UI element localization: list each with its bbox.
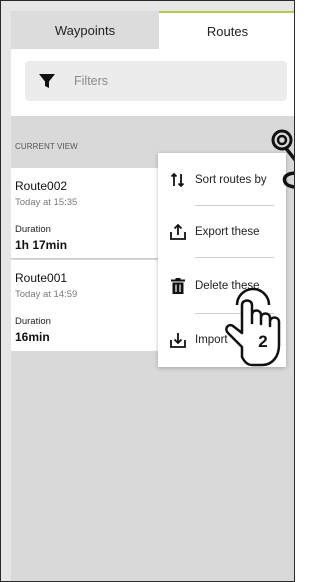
route-time: Today at 15:35	[15, 197, 78, 208]
menu-item-export[interactable]: Export these	[158, 213, 286, 251]
duration-label: Duration	[15, 316, 51, 327]
menu-divider	[195, 257, 274, 258]
duration-value: 1h 17min	[15, 238, 68, 252]
tab-bar: Waypoints Routes	[11, 11, 294, 49]
section-title: CURRENT VIEW	[15, 142, 78, 151]
route-name: Route002	[15, 179, 68, 193]
duration-label: Duration	[15, 224, 51, 235]
filter-button[interactable]: Filters	[25, 61, 287, 101]
menu-item-label: Sort routes by	[195, 174, 267, 186]
import-icon	[170, 333, 186, 348]
sort-icon	[170, 172, 185, 188]
filter-icon	[39, 74, 55, 88]
tab-waypoints-label: Waypoints	[54, 22, 116, 38]
route-time: Today at 14:59	[15, 289, 78, 300]
tab-waypoints[interactable]: Waypoints	[11, 11, 159, 49]
export-icon	[170, 223, 186, 240]
tab-routes-label: Routes	[206, 23, 249, 39]
menu-item-label: Export these	[195, 226, 260, 238]
trash-icon	[171, 278, 185, 294]
route-name: Route001	[15, 271, 68, 285]
step-number: 2	[258, 332, 267, 351]
swipe-gesture-icon	[271, 129, 294, 189]
tap-hand-icon: 2	[225, 287, 281, 367]
menu-divider	[195, 205, 274, 206]
app-frame: Waypoints Routes Filters CURRENT VIEW Ro…	[0, 0, 295, 582]
duration-value: 16min	[15, 330, 50, 344]
tab-routes[interactable]: Routes	[159, 11, 294, 49]
filter-label: Filters	[74, 74, 109, 88]
filter-area: Filters	[11, 49, 294, 116]
